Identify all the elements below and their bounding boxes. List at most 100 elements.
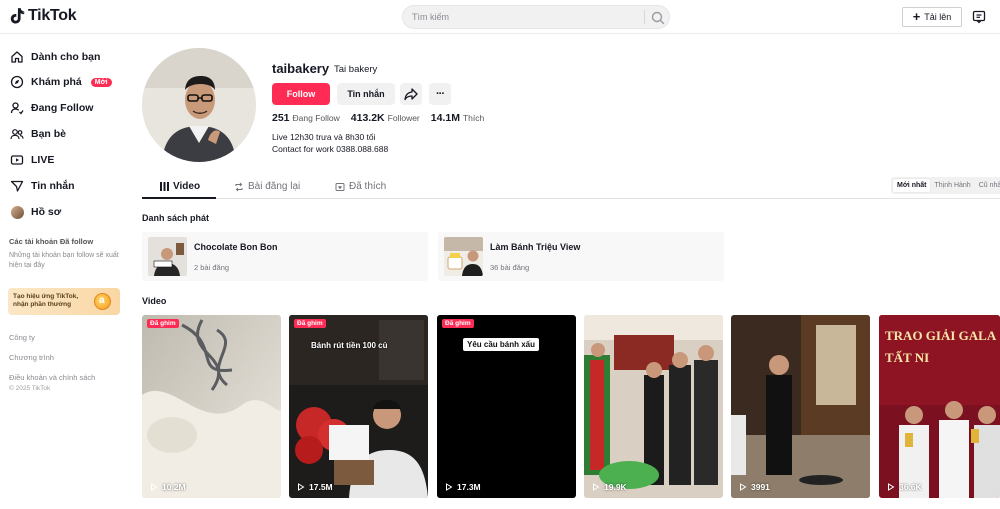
following-label: Đang Follow xyxy=(292,113,340,123)
play-icon xyxy=(740,483,747,491)
video-thumbnail xyxy=(142,315,281,498)
stat-followers[interactable]: 413.2K Follower xyxy=(351,112,420,124)
promo-text: Tạo hiệu ứng TikTok, nhận phần thưởng xyxy=(13,293,79,308)
playlist-card[interactable]: Chocolate Bon Bon 2 bài đăng xyxy=(142,232,428,281)
home-icon xyxy=(11,51,23,63)
video-card[interactable]: Đã ghim 10.2M xyxy=(142,315,281,498)
tab-label: Đã thích xyxy=(349,181,387,192)
share-icon xyxy=(404,88,418,101)
search-bar xyxy=(402,5,670,29)
video-caption: Yêu cầu bánh xấu xyxy=(463,338,540,351)
pinned-badge: Đã ghim xyxy=(294,319,326,328)
sidebar-item-label: LIVE xyxy=(31,154,55,166)
sidebar-item-for-you[interactable]: Dành cho bạn xyxy=(10,50,100,64)
view-count: 17.3M xyxy=(445,482,481,492)
following-accounts-desc: Những tài khoản bạn follow sẽ xuất hiện … xyxy=(9,252,119,269)
repost-icon xyxy=(235,182,243,191)
profile-avatar xyxy=(10,205,24,219)
playlist-card[interactable]: Làm Bánh Triệu View 36 bài đăng xyxy=(438,232,724,281)
video-card[interactable]: 3991 xyxy=(731,315,870,498)
footer-link-company[interactable]: Công ty xyxy=(9,333,35,342)
grid-icon xyxy=(160,182,169,191)
following-count: 251 xyxy=(272,112,290,124)
new-badge: Mới xyxy=(90,77,112,87)
footer-link-terms[interactable]: Điều khoản và chính sách xyxy=(9,373,95,382)
videos-title: Video xyxy=(142,296,167,306)
share-button[interactable] xyxy=(400,83,422,105)
message-button[interactable]: Tin nhắn xyxy=(337,83,395,105)
inbox-icon[interactable] xyxy=(972,10,986,24)
video-card[interactable]: Đã ghim Bánh rút tiền 100 củ 17.5M xyxy=(289,315,428,498)
search-input[interactable] xyxy=(412,9,637,25)
video-caption: Bánh rút tiền 100 củ xyxy=(311,341,388,350)
playlist-thumbnail xyxy=(444,237,483,276)
sidebar-item-profile[interactable]: Hồ sơ xyxy=(10,205,61,219)
video-card[interactable]: 19.9K xyxy=(584,315,723,498)
compass-icon xyxy=(10,75,24,89)
liked-icon xyxy=(335,182,345,191)
profile-nickname: Tai bakery xyxy=(334,64,378,75)
more-options-button[interactable]: ··· xyxy=(429,83,451,105)
followers-label: Follower xyxy=(387,113,420,123)
playlist-count: 2 bài đăng xyxy=(194,263,230,272)
sort-oldest[interactable]: Cũ nhất xyxy=(975,179,1000,192)
footer-link-program[interactable]: Chương trình xyxy=(9,353,54,362)
tab-reposts[interactable]: Bài đăng lại xyxy=(234,181,300,192)
playlist-thumbnail xyxy=(148,237,187,276)
logo-text: TikTok xyxy=(28,7,77,24)
profile-username: taibakery xyxy=(272,61,330,76)
upload-button[interactable]: + Tải lên xyxy=(902,7,962,27)
view-count-text: 36.6K xyxy=(899,482,922,492)
view-count: 10.2M xyxy=(150,482,186,492)
tabs-divider xyxy=(142,198,1000,199)
search-divider xyxy=(644,10,645,24)
tab-label: Video xyxy=(173,181,201,192)
view-count-text: 17.5M xyxy=(309,482,333,492)
view-count: 19.9K xyxy=(592,482,627,492)
sort-toggle: Mới nhất Thịnh Hành Cũ nhất xyxy=(891,177,1000,194)
search-icon[interactable] xyxy=(650,10,666,26)
view-count-text: 10.2M xyxy=(162,482,186,492)
profile-avatar-large[interactable] xyxy=(142,48,256,162)
bio-line: Live 12h30 trưa và 8h30 tối xyxy=(272,132,376,142)
stat-following[interactable]: 251 Đang Follow xyxy=(272,112,340,124)
coin-icon: a xyxy=(94,293,111,310)
video-card[interactable]: TRAO GIẢI GALA TẤT NI 36.6K xyxy=(879,315,1000,498)
upload-label: Tải lên xyxy=(924,12,952,22)
follow-button[interactable]: Follow xyxy=(272,83,330,105)
user-follow-icon xyxy=(10,102,24,115)
avatar xyxy=(10,205,24,219)
tiktok-logo[interactable]: TikTok xyxy=(9,7,77,25)
sort-latest[interactable]: Mới nhất xyxy=(893,179,931,192)
followers-count: 413.2K xyxy=(350,112,385,124)
play-icon xyxy=(298,483,305,491)
view-count-text: 3991 xyxy=(751,482,770,492)
sidebar-item-label: Khám phá xyxy=(31,76,82,88)
likes-count: 14.1M xyxy=(430,112,460,124)
play-icon xyxy=(888,483,895,491)
play-icon xyxy=(446,483,453,491)
following-accounts-title: Các tài khoản Đã follow xyxy=(9,237,94,246)
view-count: 3991 xyxy=(739,482,770,492)
tab-videos[interactable]: Video xyxy=(160,181,200,192)
live-icon xyxy=(10,155,24,165)
sidebar-item-following[interactable]: Đang Follow xyxy=(10,101,93,115)
play-icon xyxy=(151,483,158,491)
sidebar-item-messages[interactable]: Tin nhắn xyxy=(10,179,75,193)
video-card[interactable]: Đã ghim Yêu cầu bánh xấu 17.3M xyxy=(437,315,576,498)
message-icon xyxy=(10,180,24,192)
sidebar-item-label: Hồ sơ xyxy=(31,206,62,218)
sidebar-item-explore[interactable]: Khám phá Mới xyxy=(10,75,112,89)
sidebar-item-live[interactable]: LIVE xyxy=(10,153,54,167)
profile-bio: Live 12h30 trưa và 8h30 tối Contact for … xyxy=(272,131,388,155)
sidebar-item-label: Tin nhắn xyxy=(31,180,75,192)
sidebar-item-friends[interactable]: Bạn bè xyxy=(10,127,66,141)
effect-promo-banner[interactable]: Tạo hiệu ứng TikTok, nhận phần thưởng a xyxy=(8,288,120,315)
tab-liked[interactable]: Đã thích xyxy=(335,181,386,192)
plus-icon: + xyxy=(912,9,921,24)
sort-popular[interactable]: Thịnh Hành xyxy=(930,179,974,192)
pinned-badge: Đã ghim xyxy=(147,319,179,328)
tiktok-logo-icon xyxy=(10,8,25,24)
video-thumbnail xyxy=(731,315,870,498)
view-count: 17.5M xyxy=(297,482,333,492)
